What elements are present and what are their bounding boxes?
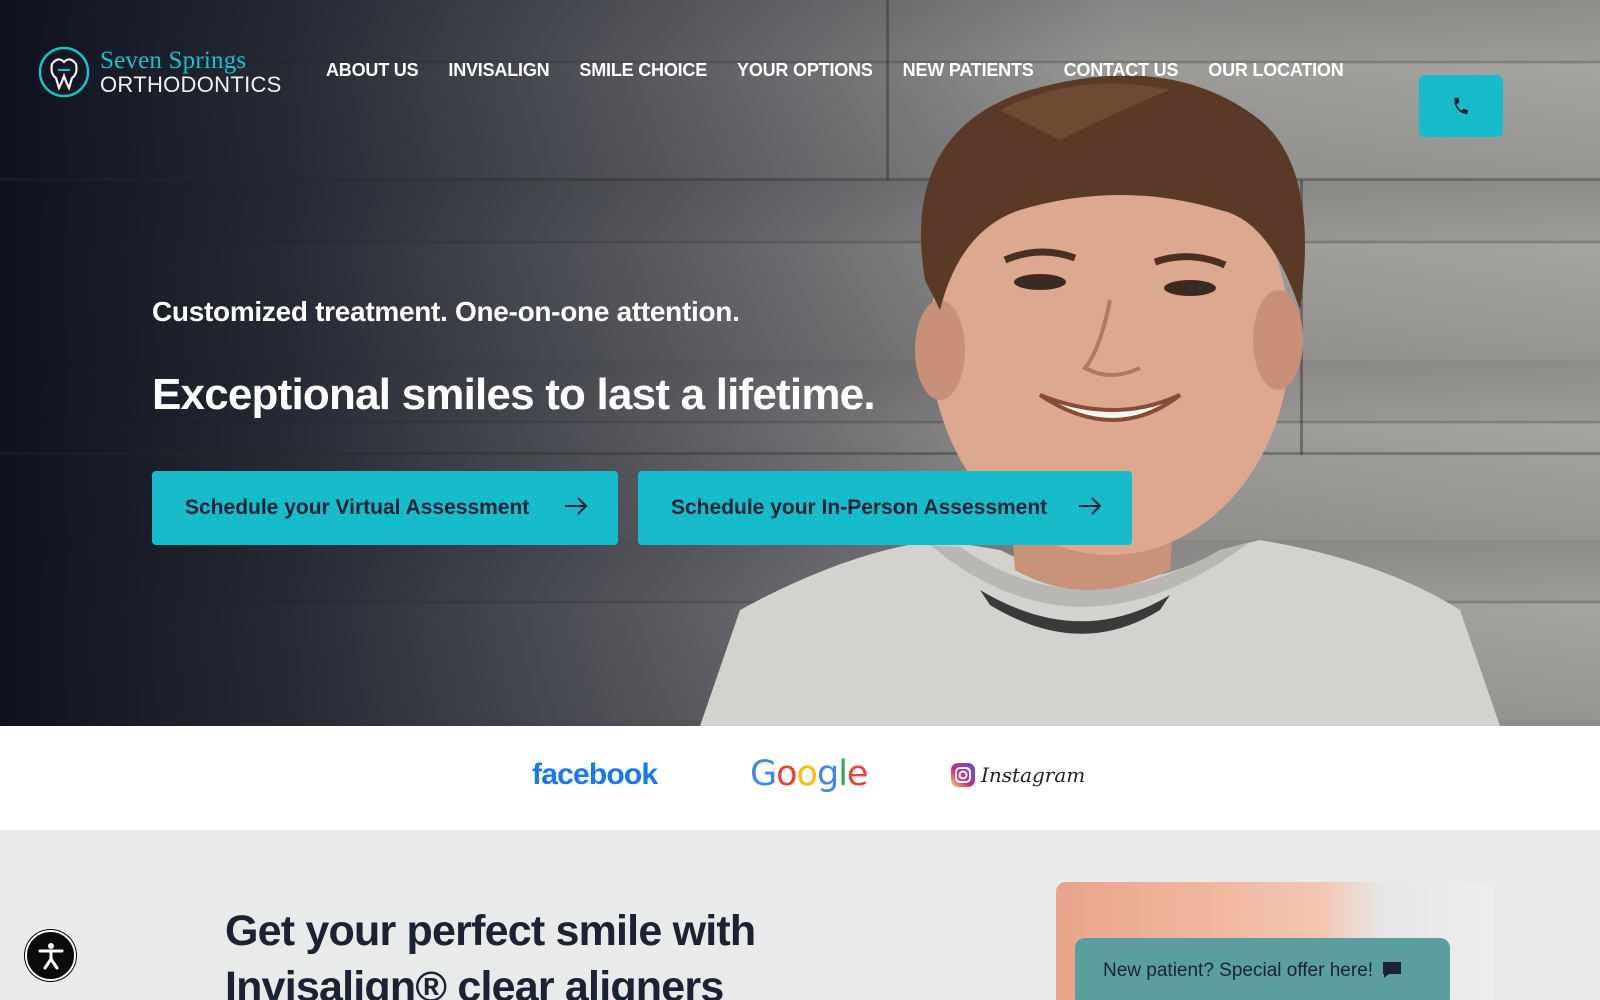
nav-new-patients[interactable]: NEW PATIENTS	[903, 60, 1034, 81]
site-logo[interactable]: Seven Springs ORTHODONTICS	[38, 46, 282, 98]
nav-about-us[interactable]: ABOUT US	[326, 60, 419, 81]
schedule-virtual-assessment-button[interactable]: Schedule your Virtual Assessment	[152, 471, 618, 545]
tooth-logo-icon	[38, 46, 90, 98]
section-title: Get your perfect smile with Invisalign® …	[225, 907, 756, 1000]
hero-section: Seven Springs ORTHODONTICS ABOUT US INVI…	[0, 0, 1600, 726]
facebook-link[interactable]: facebook	[532, 758, 658, 792]
phone-icon	[1454, 97, 1468, 115]
google-link[interactable]: Google	[750, 754, 868, 794]
nav-contact-us[interactable]: CONTACT US	[1064, 60, 1179, 81]
arrow-right-icon	[565, 497, 588, 515]
hero-tagline: Customized treatment. One-on-one attenti…	[152, 296, 740, 327]
instagram-icon	[951, 763, 975, 787]
accessibility-button[interactable]	[25, 930, 76, 981]
schedule-in-person-assessment-button[interactable]: Schedule your In-Person Assessment	[638, 471, 1132, 545]
accessibility-icon	[38, 942, 63, 969]
nav-smile-choice[interactable]: SMILE CHOICE	[579, 60, 707, 81]
call-button[interactable]	[1419, 75, 1503, 137]
cta-label: Schedule your In-Person Assessment	[671, 496, 1048, 519]
main-nav: ABOUT US INVISALIGN SMILE CHOICE YOUR OP…	[326, 60, 1374, 81]
special-offer-chat-button[interactable]: New patient? Special offer here!	[1075, 938, 1450, 1000]
chat-bubble-icon	[1383, 962, 1402, 978]
hero-headline: Exceptional smiles to last a lifetime.	[152, 370, 876, 419]
nav-your-options[interactable]: YOUR OPTIONS	[737, 60, 873, 81]
arrow-right-icon	[1079, 497, 1102, 515]
offer-label: New patient? Special offer here!	[1103, 960, 1374, 981]
instagram-label: Instagram	[981, 763, 1086, 787]
nav-our-location[interactable]: OUR LOCATION	[1208, 60, 1343, 81]
logo-subtitle: ORTHODONTICS	[100, 72, 282, 97]
instagram-link[interactable]: Instagram	[950, 762, 1085, 788]
logo-name: Seven Springs	[100, 47, 247, 74]
cta-label: Schedule your Virtual Assessment	[185, 496, 530, 519]
nav-invisalign[interactable]: INVISALIGN	[448, 60, 549, 81]
